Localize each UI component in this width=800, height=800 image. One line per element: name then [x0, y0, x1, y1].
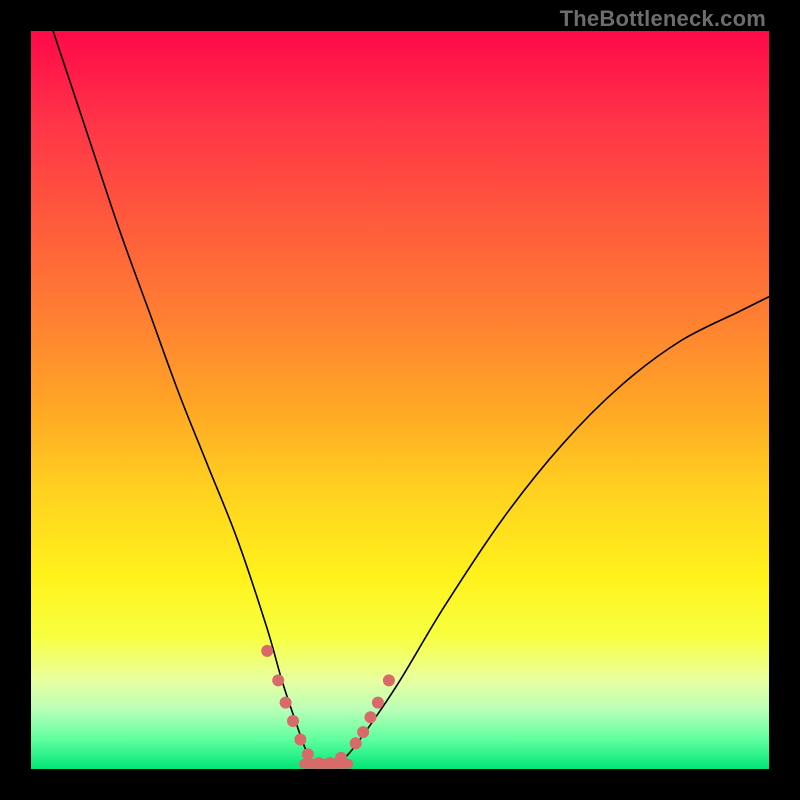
highlight-dot	[357, 726, 369, 738]
highlight-dot	[261, 645, 273, 657]
chart-frame: TheBottleneck.com	[0, 0, 800, 800]
highlight-dot	[280, 697, 292, 709]
highlight-dot	[272, 674, 284, 686]
highlight-dot	[350, 737, 362, 749]
highlight-dot	[383, 674, 395, 686]
highlight-dots-group	[261, 645, 395, 769]
highlight-dot	[365, 711, 377, 723]
attribution-text: TheBottleneck.com	[560, 6, 766, 32]
chart-svg	[31, 31, 769, 769]
plot-area	[31, 31, 769, 769]
highlight-dot	[372, 697, 384, 709]
highlight-dot	[302, 748, 314, 760]
highlight-dot	[294, 734, 306, 746]
bottleneck-curve	[53, 31, 769, 767]
highlight-dot	[287, 715, 299, 727]
